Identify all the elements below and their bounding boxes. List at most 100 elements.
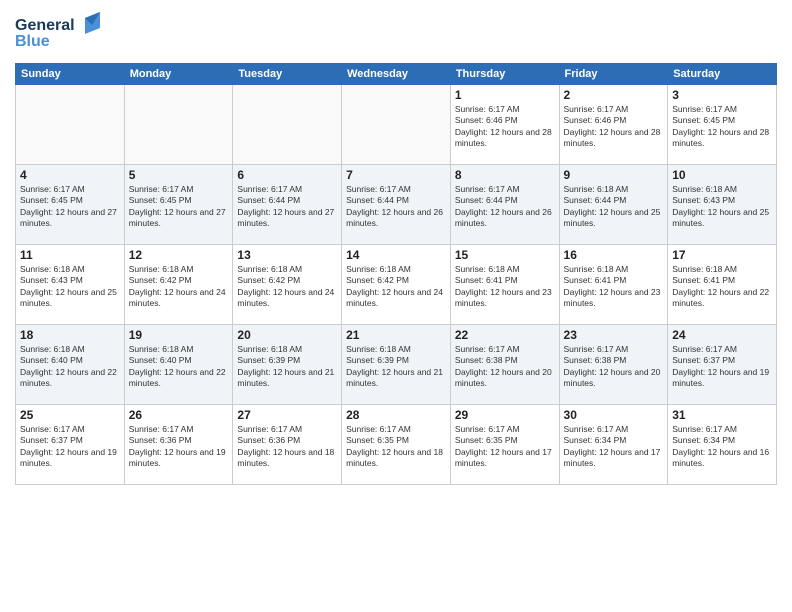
day-number: 26 [129, 408, 229, 422]
calendar-cell: 23 Sunrise: 6:17 AM Sunset: 6:38 PM Dayli… [559, 325, 668, 405]
svg-text:General: General [15, 17, 75, 34]
calendar-cell [233, 85, 342, 165]
day-info: Sunrise: 6:18 AM Sunset: 6:41 PM Dayligh… [564, 264, 664, 310]
day-info: Sunrise: 6:17 AM Sunset: 6:44 PM Dayligh… [455, 184, 555, 230]
day-number: 22 [455, 328, 555, 342]
header: General Blue [15, 10, 777, 55]
day-number: 24 [672, 328, 772, 342]
day-number: 23 [564, 328, 664, 342]
calendar-week-row: 18 Sunrise: 6:18 AM Sunset: 6:40 PM Dayli… [16, 325, 777, 405]
day-number: 2 [564, 88, 664, 102]
weekday-header: Sunday [16, 64, 125, 85]
calendar-cell: 16 Sunrise: 6:18 AM Sunset: 6:41 PM Dayli… [559, 245, 668, 325]
day-info: Sunrise: 6:18 AM Sunset: 6:40 PM Dayligh… [20, 344, 120, 390]
calendar-cell [124, 85, 233, 165]
day-info: Sunrise: 6:18 AM Sunset: 6:39 PM Dayligh… [346, 344, 446, 390]
day-info: Sunrise: 6:17 AM Sunset: 6:37 PM Dayligh… [20, 424, 120, 470]
calendar-cell: 21 Sunrise: 6:18 AM Sunset: 6:39 PM Dayli… [342, 325, 451, 405]
calendar-cell: 28 Sunrise: 6:17 AM Sunset: 6:35 PM Dayli… [342, 405, 451, 485]
day-info: Sunrise: 6:17 AM Sunset: 6:46 PM Dayligh… [564, 104, 664, 150]
weekday-header: Tuesday [233, 64, 342, 85]
day-number: 21 [346, 328, 446, 342]
day-number: 9 [564, 168, 664, 182]
day-number: 7 [346, 168, 446, 182]
day-number: 14 [346, 248, 446, 262]
day-info: Sunrise: 6:18 AM Sunset: 6:41 PM Dayligh… [672, 264, 772, 310]
day-number: 3 [672, 88, 772, 102]
calendar-cell: 11Sunrise: 6:18 AM Sunset: 6:43 PM Dayli… [16, 245, 125, 325]
day-number: 4 [20, 168, 120, 182]
day-info: Sunrise: 6:18 AM Sunset: 6:42 PM Dayligh… [346, 264, 446, 310]
calendar-cell: 24 Sunrise: 6:17 AM Sunset: 6:37 PM Dayli… [668, 325, 777, 405]
calendar-week-row: 4 Sunrise: 6:17 AM Sunset: 6:45 PM Daylig… [16, 165, 777, 245]
day-number: 13 [237, 248, 337, 262]
day-number: 8 [455, 168, 555, 182]
calendar-week-row: 25 Sunrise: 6:17 AM Sunset: 6:37 PM Dayli… [16, 405, 777, 485]
day-number: 25 [20, 408, 120, 422]
calendar-cell: 15Sunrise: 6:18 AM Sunset: 6:41 PM Dayli… [450, 245, 559, 325]
calendar-cell: 2 Sunrise: 6:17 AM Sunset: 6:46 PM Daylig… [559, 85, 668, 165]
day-number: 5 [129, 168, 229, 182]
calendar-cell: 14 Sunrise: 6:18 AM Sunset: 6:42 PM Dayli… [342, 245, 451, 325]
calendar-cell: 10Sunrise: 6:18 AM Sunset: 6:43 PM Dayli… [668, 165, 777, 245]
day-number: 16 [564, 248, 664, 262]
calendar-cell: 22Sunrise: 6:17 AM Sunset: 6:38 PM Dayli… [450, 325, 559, 405]
day-info: Sunrise: 6:17 AM Sunset: 6:45 PM Dayligh… [672, 104, 772, 150]
day-info: Sunrise: 6:18 AM Sunset: 6:41 PM Dayligh… [455, 264, 555, 310]
calendar-cell: 6 Sunrise: 6:17 AM Sunset: 6:44 PM Daylig… [233, 165, 342, 245]
day-number: 12 [129, 248, 229, 262]
day-number: 29 [455, 408, 555, 422]
calendar-cell: 27 Sunrise: 6:17 AM Sunset: 6:36 PM Dayli… [233, 405, 342, 485]
calendar-header-row: SundayMondayTuesdayWednesdayThursdayFrid… [16, 64, 777, 85]
day-number: 10 [672, 168, 772, 182]
calendar-table: SundayMondayTuesdayWednesdayThursdayFrid… [15, 63, 777, 485]
day-info: Sunrise: 6:17 AM Sunset: 6:44 PM Dayligh… [346, 184, 446, 230]
day-number: 6 [237, 168, 337, 182]
day-info: Sunrise: 6:18 AM Sunset: 6:42 PM Dayligh… [237, 264, 337, 310]
calendar-cell: 13 Sunrise: 6:18 AM Sunset: 6:42 PM Dayli… [233, 245, 342, 325]
day-number: 19 [129, 328, 229, 342]
day-info: Sunrise: 6:18 AM Sunset: 6:43 PM Dayligh… [20, 264, 120, 310]
calendar-cell [16, 85, 125, 165]
calendar-cell: 3 Sunrise: 6:17 AM Sunset: 6:45 PM Daylig… [668, 85, 777, 165]
day-info: Sunrise: 6:17 AM Sunset: 6:44 PM Dayligh… [237, 184, 337, 230]
calendar-cell: 29Sunrise: 6:17 AM Sunset: 6:35 PM Dayli… [450, 405, 559, 485]
calendar-cell: 12Sunrise: 6:18 AM Sunset: 6:42 PM Dayli… [124, 245, 233, 325]
day-info: Sunrise: 6:17 AM Sunset: 6:37 PM Dayligh… [672, 344, 772, 390]
day-info: Sunrise: 6:17 AM Sunset: 6:35 PM Dayligh… [346, 424, 446, 470]
day-number: 27 [237, 408, 337, 422]
day-info: Sunrise: 6:18 AM Sunset: 6:44 PM Dayligh… [564, 184, 664, 230]
calendar-cell: 20Sunrise: 6:18 AM Sunset: 6:39 PM Dayli… [233, 325, 342, 405]
day-info: Sunrise: 6:17 AM Sunset: 6:38 PM Dayligh… [564, 344, 664, 390]
logo: General Blue [15, 10, 105, 55]
day-number: 17 [672, 248, 772, 262]
calendar-cell [342, 85, 451, 165]
day-info: Sunrise: 6:17 AM Sunset: 6:34 PM Dayligh… [672, 424, 772, 470]
weekday-header: Saturday [668, 64, 777, 85]
day-info: Sunrise: 6:17 AM Sunset: 6:36 PM Dayligh… [237, 424, 337, 470]
day-info: Sunrise: 6:17 AM Sunset: 6:46 PM Dayligh… [455, 104, 555, 150]
day-info: Sunrise: 6:17 AM Sunset: 6:34 PM Dayligh… [564, 424, 664, 470]
weekday-header: Wednesday [342, 64, 451, 85]
day-number: 18 [20, 328, 120, 342]
day-number: 28 [346, 408, 446, 422]
calendar-cell: 4Sunrise: 6:17 AM Sunset: 6:45 PM Daylig… [16, 165, 125, 245]
weekday-header: Thursday [450, 64, 559, 85]
calendar-cell: 31Sunrise: 6:17 AM Sunset: 6:34 PM Dayli… [668, 405, 777, 485]
weekday-header: Monday [124, 64, 233, 85]
svg-text:Blue: Blue [15, 33, 50, 50]
calendar-cell: 19Sunrise: 6:18 AM Sunset: 6:40 PM Dayli… [124, 325, 233, 405]
day-info: Sunrise: 6:17 AM Sunset: 6:45 PM Dayligh… [129, 184, 229, 230]
calendar-week-row: 1 Sunrise: 6:17 AM Sunset: 6:46 PM Daylig… [16, 85, 777, 165]
weekday-header: Friday [559, 64, 668, 85]
calendar-cell: 5 Sunrise: 6:17 AM Sunset: 6:45 PM Daylig… [124, 165, 233, 245]
calendar-cell: 17 Sunrise: 6:18 AM Sunset: 6:41 PM Dayli… [668, 245, 777, 325]
day-info: Sunrise: 6:18 AM Sunset: 6:39 PM Dayligh… [237, 344, 337, 390]
calendar-cell: 8 Sunrise: 6:17 AM Sunset: 6:44 PM Daylig… [450, 165, 559, 245]
day-number: 30 [564, 408, 664, 422]
day-info: Sunrise: 6:17 AM Sunset: 6:36 PM Dayligh… [129, 424, 229, 470]
calendar-cell: 18 Sunrise: 6:18 AM Sunset: 6:40 PM Dayli… [16, 325, 125, 405]
main-container: General Blue SundayMondayTuesdayWednesda… [0, 0, 792, 495]
calendar-week-row: 11Sunrise: 6:18 AM Sunset: 6:43 PM Dayli… [16, 245, 777, 325]
day-number: 1 [455, 88, 555, 102]
